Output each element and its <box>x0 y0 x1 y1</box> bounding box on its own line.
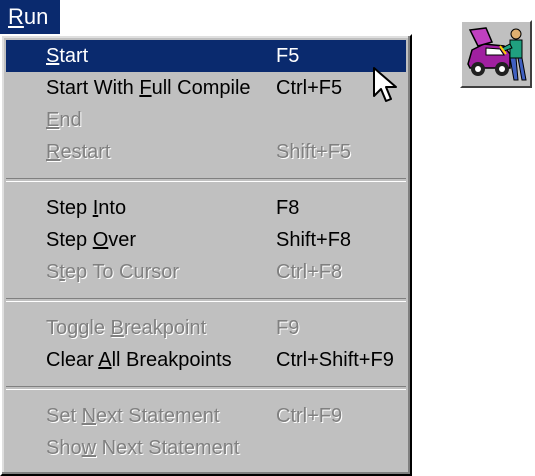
arrow-cursor-icon <box>372 66 402 104</box>
menu-item-toggle-breakpoint: Toggle Breakpoint F9 <box>6 312 406 344</box>
shortcut-label: Ctrl+F9 <box>276 405 343 427</box>
menu-item-set-next-statement: Set Next Statement Ctrl+F9 <box>6 400 406 432</box>
screen: Run Start F5 Start With Full Compile Ctr… <box>0 0 535 476</box>
run-menu-access-key: R <box>8 4 24 29</box>
menu-item-step-into[interactable]: Step Into F8 <box>6 192 406 224</box>
run-menu-title[interactable]: Run <box>0 0 60 34</box>
menu-item-start[interactable]: Start F5 <box>6 40 406 72</box>
run-dropdown-menu: Start F5 Start With Full Compile Ctrl+F5… <box>0 34 412 476</box>
mechanic-car-icon[interactable] <box>460 20 532 88</box>
menu-separator <box>6 298 406 302</box>
menu-item-clear-all-breakpoints[interactable]: Clear All Breakpoints Ctrl+Shift+F9 <box>6 344 406 376</box>
shortcut-label: Shift+F5 <box>276 141 352 163</box>
shortcut-label: F5 <box>276 45 300 67</box>
menu-separator <box>6 178 406 182</box>
menu-item-restart: Restart Shift+F5 <box>6 136 406 168</box>
shortcut-label: Shift+F8 <box>276 229 352 251</box>
shortcut-label: Ctrl+F5 <box>276 77 343 99</box>
menu-item-step-over[interactable]: Step Over Shift+F8 <box>6 224 406 256</box>
shortcut-label: F9 <box>276 317 300 339</box>
menu-separator <box>6 386 406 390</box>
shortcut-label: F8 <box>276 197 300 219</box>
menu-item-start-with-full-compile[interactable]: Start With Full Compile Ctrl+F5 <box>6 72 406 104</box>
menu-item-end: End <box>46 109 82 131</box>
shortcut-label: Ctrl+Shift+F9 <box>276 349 394 371</box>
shortcut-label: Ctrl+F8 <box>276 261 343 283</box>
menu-item-show-next-statement: Show Next Statement <box>46 437 240 459</box>
menu-item-step-to-cursor: Step To Cursor Ctrl+F8 <box>6 256 406 288</box>
